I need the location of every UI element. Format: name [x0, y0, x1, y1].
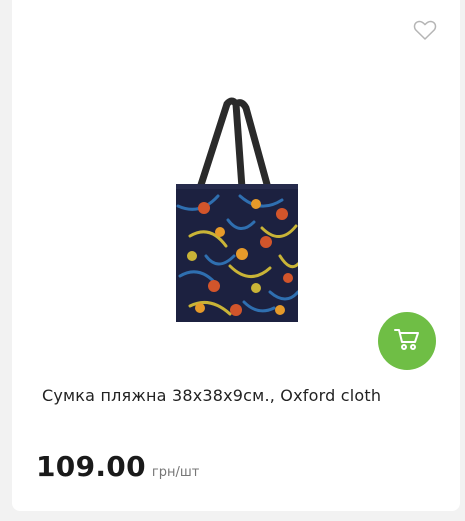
price-unit: грн/шт	[151, 465, 200, 480]
price-row: 109.00 грн/шт	[36, 450, 199, 483]
heart-icon[interactable]	[413, 19, 437, 41]
product-title[interactable]: Сумка пляжна 38х38х9см., Oxford cloth	[42, 386, 442, 405]
price-value: 109.00	[36, 450, 146, 483]
product-card: Сумка пляжна 38х38х9см., Oxford cloth 10…	[12, 0, 460, 511]
add-to-cart-button[interactable]	[378, 312, 436, 370]
tote-bag-image	[176, 97, 298, 322]
cart-icon	[394, 327, 420, 355]
product-image[interactable]	[170, 96, 314, 326]
